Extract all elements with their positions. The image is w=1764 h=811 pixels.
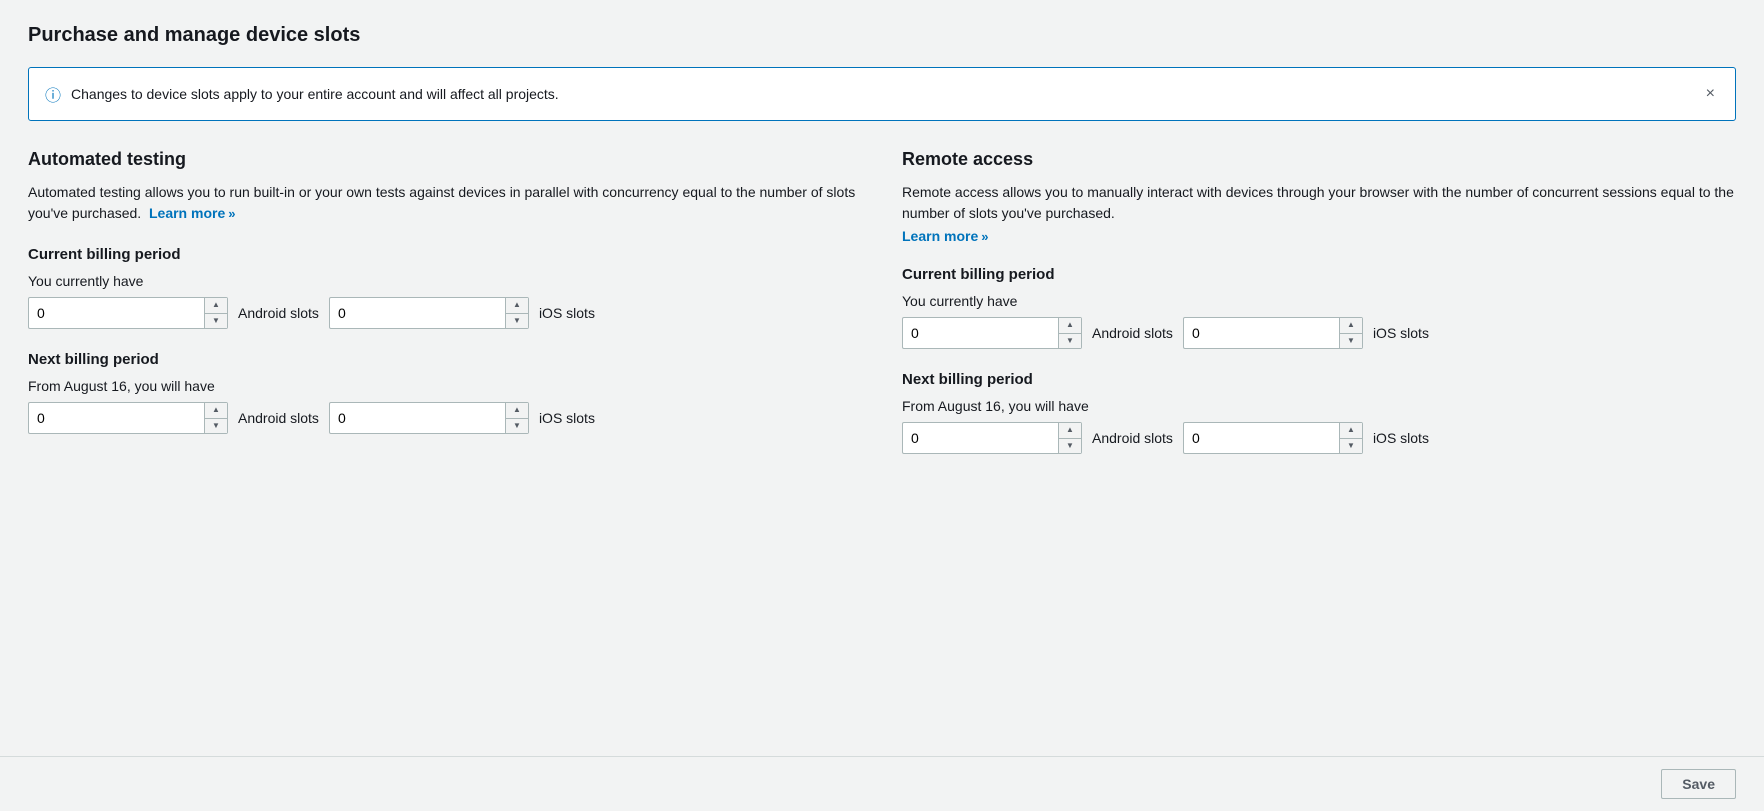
remote-current-android-input-wrap: ▲ ▼: [902, 317, 1082, 349]
remote-next-ios-input-wrap: ▲ ▼: [1183, 422, 1363, 454]
remote-next-android-down[interactable]: ▼: [1059, 439, 1081, 454]
remote-next-from-label: From August 16, you will have: [902, 398, 1736, 414]
automated-next-from-label: From August 16, you will have: [28, 378, 862, 394]
remote-description: Remote access allows you to manually int…: [902, 182, 1736, 224]
automated-current-ios-down[interactable]: ▼: [506, 314, 528, 329]
remote-learn-more-link[interactable]: Learn more»: [902, 228, 988, 244]
remote-current-ios-down[interactable]: ▼: [1340, 334, 1362, 349]
automated-current-android-input-wrap: ▲ ▼: [28, 297, 228, 329]
info-banner-text: Changes to device slots apply to your en…: [71, 86, 559, 102]
remote-current-android-down[interactable]: ▼: [1059, 334, 1081, 349]
automated-next-billing-title: Next billing period: [28, 351, 862, 368]
remote-learn-more-chevrons: »: [981, 229, 988, 244]
page-title: Purchase and manage device slots: [28, 24, 1736, 47]
automated-next-ios-input-wrap: ▲ ▼: [329, 402, 529, 434]
info-banner-content: ⓘ Changes to device slots apply to your …: [45, 82, 559, 106]
automated-next-ios-label: iOS slots: [539, 410, 595, 426]
automated-next-android-input-wrap: ▲ ▼: [28, 402, 228, 434]
automated-testing-section: Automated testing Automated testing allo…: [28, 149, 862, 454]
automated-current-ios-spinner: ▲ ▼: [505, 298, 528, 328]
automated-learn-more-link[interactable]: Learn more»: [149, 203, 235, 224]
info-icon: ⓘ: [45, 82, 61, 106]
remote-current-ios-input[interactable]: [1184, 318, 1339, 348]
automated-next-slots-row: ▲ ▼ Android slots ▲ ▼ iOS slots: [28, 402, 862, 434]
automated-current-android-label: Android slots: [238, 305, 319, 321]
automated-current-ios-label: iOS slots: [539, 305, 595, 321]
automated-current-you-have: You currently have: [28, 273, 862, 289]
automated-current-billing-title: Current billing period: [28, 246, 862, 263]
remote-current-android-spinner: ▲ ▼: [1058, 318, 1081, 348]
automated-next-ios-up[interactable]: ▲: [506, 403, 528, 419]
automated-learn-more-chevrons: »: [228, 204, 235, 224]
remote-next-android-input[interactable]: [903, 423, 1058, 453]
remote-current-android-input[interactable]: [903, 318, 1058, 348]
dismiss-button[interactable]: ×: [1702, 83, 1719, 105]
automated-current-ios-input[interactable]: [330, 298, 505, 328]
automated-next-ios-spinner: ▲ ▼: [505, 403, 528, 433]
remote-next-ios-up[interactable]: ▲: [1340, 423, 1362, 439]
automated-current-android-down[interactable]: ▼: [205, 314, 227, 329]
automated-next-android-up[interactable]: ▲: [205, 403, 227, 419]
automated-current-android-spinner: ▲ ▼: [204, 298, 227, 328]
remote-current-android-label: Android slots: [1092, 325, 1173, 341]
info-banner: ⓘ Changes to device slots apply to your …: [28, 67, 1736, 121]
remote-next-android-up[interactable]: ▲: [1059, 423, 1081, 439]
remote-current-android-up[interactable]: ▲: [1059, 318, 1081, 334]
remote-next-ios-label: iOS slots: [1373, 430, 1429, 446]
remote-access-section: Remote access Remote access allows you t…: [902, 149, 1736, 454]
automated-section-title: Automated testing: [28, 149, 862, 170]
automated-current-ios-up[interactable]: ▲: [506, 298, 528, 314]
automated-current-slots-row: ▲ ▼ Android slots ▲ ▼ iOS slots: [28, 297, 862, 329]
automated-next-android-spinner: ▲ ▼: [204, 403, 227, 433]
automated-next-android-input[interactable]: [29, 403, 204, 433]
automated-next-ios-down[interactable]: ▼: [506, 419, 528, 434]
remote-current-ios-label: iOS slots: [1373, 325, 1429, 341]
remote-current-ios-input-wrap: ▲ ▼: [1183, 317, 1363, 349]
remote-section-title: Remote access: [902, 149, 1736, 170]
remote-next-ios-input[interactable]: [1184, 423, 1339, 453]
remote-next-slots-row: ▲ ▼ Android slots ▲ ▼ iOS slots: [902, 422, 1736, 454]
automated-current-android-input[interactable]: [29, 298, 204, 328]
save-button[interactable]: Save: [1661, 769, 1736, 799]
automated-description: Automated testing allows you to run buil…: [28, 182, 862, 224]
remote-current-you-have: You currently have: [902, 293, 1736, 309]
page-container: Purchase and manage device slots ⓘ Chang…: [0, 0, 1764, 811]
remote-next-ios-down[interactable]: ▼: [1340, 439, 1362, 454]
automated-next-ios-input[interactable]: [330, 403, 505, 433]
automated-current-android-up[interactable]: ▲: [205, 298, 227, 314]
remote-current-slots-row: ▲ ▼ Android slots ▲ ▼ iOS slots: [902, 317, 1736, 349]
automated-next-android-down[interactable]: ▼: [205, 419, 227, 434]
footer-bar: Save: [0, 756, 1764, 811]
remote-current-ios-spinner: ▲ ▼: [1339, 318, 1362, 348]
remote-next-android-input-wrap: ▲ ▼: [902, 422, 1082, 454]
remote-next-android-label: Android slots: [1092, 430, 1173, 446]
remote-next-ios-spinner: ▲ ▼: [1339, 423, 1362, 453]
remote-current-ios-up[interactable]: ▲: [1340, 318, 1362, 334]
remote-next-android-spinner: ▲ ▼: [1058, 423, 1081, 453]
two-column-layout: Automated testing Automated testing allo…: [28, 149, 1736, 454]
automated-next-android-label: Android slots: [238, 410, 319, 426]
remote-next-billing-title: Next billing period: [902, 371, 1736, 388]
remote-current-billing-title: Current billing period: [902, 266, 1736, 283]
automated-current-ios-input-wrap: ▲ ▼: [329, 297, 529, 329]
